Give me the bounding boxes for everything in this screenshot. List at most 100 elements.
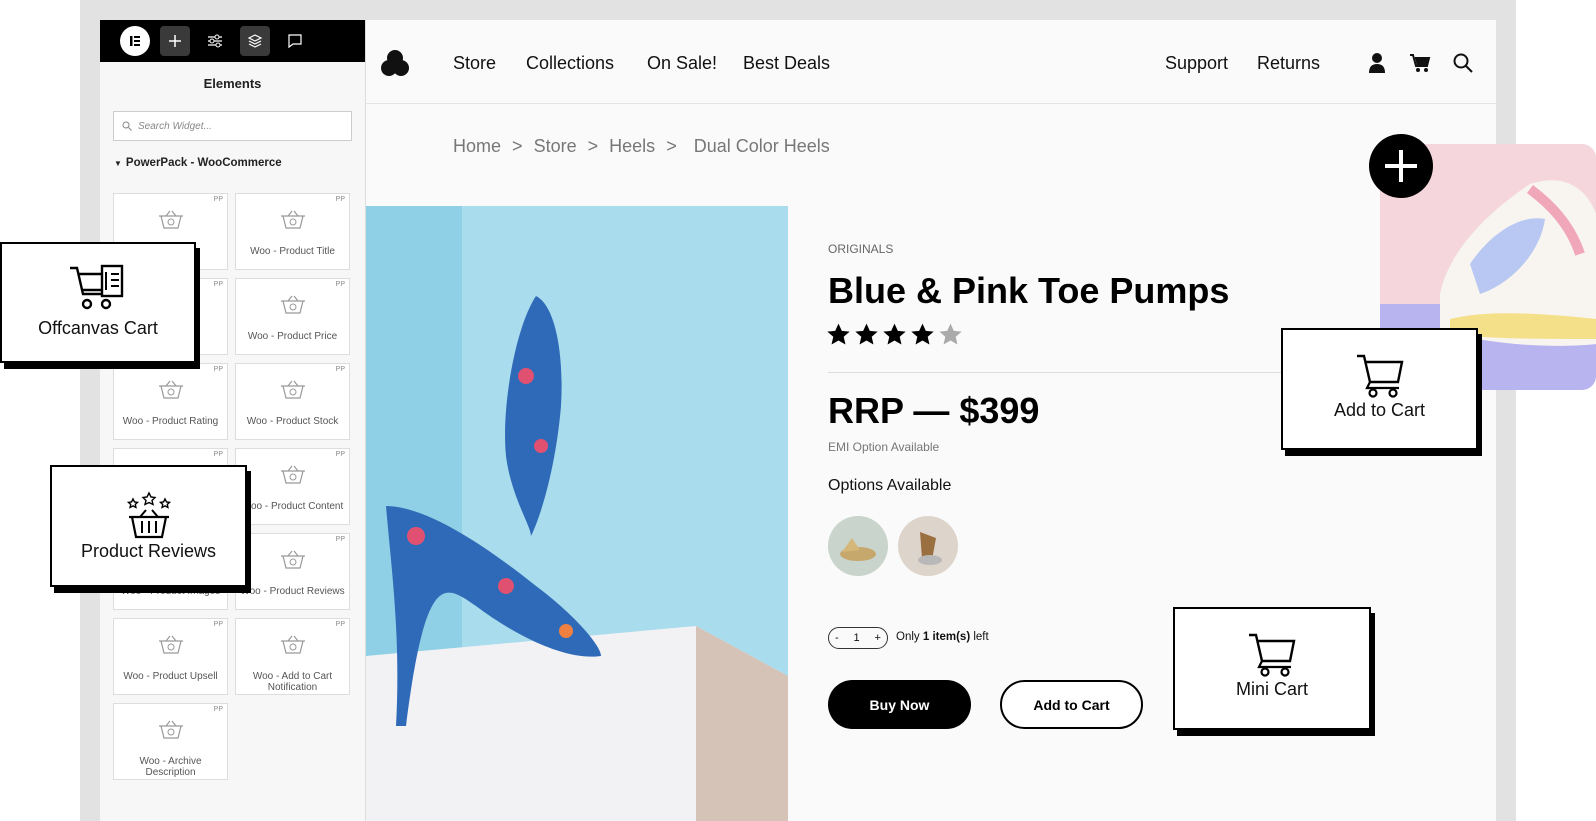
- widget-tile[interactable]: PP Woo - Product Rating: [113, 363, 228, 440]
- product-rating: [826, 322, 963, 347]
- nav-on-sale[interactable]: On Sale!: [647, 53, 717, 74]
- stock-count: 1 item(s): [922, 631, 971, 643]
- basket-stars-icon: [280, 550, 305, 569]
- widget-label: Woo - Product Reviews: [240, 586, 345, 597]
- star-filled-icon: [855, 323, 878, 345]
- category-label: PowerPack - WooCommerce: [125, 157, 282, 169]
- star-filled-icon: [883, 323, 906, 345]
- widget-tile[interactable]: PP Woo - Product Stock: [235, 363, 350, 440]
- widget-label: Woo - Product Content: [241, 501, 344, 512]
- widget-tile[interactable]: PP Woo - Product Price: [235, 278, 350, 355]
- user-icon[interactable]: [1368, 52, 1386, 74]
- pp-badge: PP: [335, 451, 345, 458]
- widget-search-input[interactable]: Search Widget...: [113, 111, 352, 141]
- qty-plus-button[interactable]: +: [875, 632, 881, 644]
- product-tabs-icon: [158, 210, 183, 229]
- offcanvas-cart-icon: [70, 264, 124, 310]
- layers-icon[interactable]: [240, 26, 270, 56]
- nav-store[interactable]: Store: [453, 53, 496, 74]
- widget-label: Woo - Product Title: [250, 246, 335, 257]
- product-brand: ORIGINALS: [828, 242, 894, 256]
- breadcrumb-heels[interactable]: Heels: [609, 136, 655, 156]
- breadcrumb-home[interactable]: Home: [453, 136, 501, 156]
- qty-value[interactable]: 1: [854, 632, 860, 644]
- breadcrumb-store[interactable]: Store: [534, 136, 577, 156]
- basket-stars-icon: [126, 491, 171, 539]
- product-price: RRP — $399: [828, 390, 1040, 431]
- panel-title: Elements: [203, 76, 262, 91]
- pp-badge: PP: [335, 536, 345, 543]
- pp-badge: PP: [335, 366, 345, 373]
- breadcrumb-separator: >: [512, 136, 523, 156]
- pp-badge: PP: [213, 196, 223, 203]
- basket-star-icon: [158, 380, 183, 399]
- add-icon[interactable]: [160, 26, 190, 56]
- option-swatch-gold[interactable]: [828, 516, 888, 576]
- widget-label: Woo - Product Rating: [122, 416, 219, 427]
- star-filled-icon: [827, 323, 850, 345]
- basket-bell-icon: [280, 635, 305, 654]
- stock-note: Only 1 item(s) left: [896, 631, 989, 643]
- mini-cart-card: Mini Cart: [1173, 607, 1371, 730]
- basket-icon: [280, 210, 305, 229]
- widget-label: Woo - Add to Cart Notification: [252, 671, 333, 693]
- qty-minus-button[interactable]: -: [835, 632, 839, 644]
- comments-icon[interactable]: [280, 26, 310, 56]
- widget-tile[interactable]: PP Woo - Product Upsell: [113, 618, 228, 695]
- widget-label: Woo - Product Price: [247, 331, 338, 342]
- widget-label: Woo - Product Stock: [246, 416, 339, 427]
- quantity-stepper[interactable]: - 1 +: [828, 627, 888, 649]
- cart-icon[interactable]: [1409, 53, 1431, 73]
- add-element-button[interactable]: [1369, 134, 1433, 198]
- search-icon[interactable]: [1453, 53, 1473, 73]
- search-placeholder: Search Widget...: [138, 120, 212, 132]
- star-filled-icon: [911, 323, 934, 345]
- product-reviews-label: Product Reviews: [80, 541, 217, 561]
- add-to-cart-label: Add to Cart: [1333, 400, 1426, 420]
- nav-support[interactable]: Support: [1165, 53, 1228, 74]
- nav-returns[interactable]: Returns: [1257, 53, 1320, 74]
- nav-best-deals[interactable]: Best Deals: [743, 53, 830, 74]
- basket-lines-icon: [280, 465, 305, 484]
- pp-badge: PP: [213, 621, 223, 628]
- pp-badge: PP: [213, 706, 223, 713]
- product-reviews-card: Product Reviews: [50, 465, 247, 587]
- cart-icon: [1356, 354, 1403, 398]
- breadcrumb: Home > Store > Heels > Dual Color Heels: [453, 136, 830, 157]
- widget-tile[interactable]: PP Woo - Product Title: [235, 193, 350, 270]
- breadcrumb-separator: >: [666, 136, 677, 156]
- widget-tile[interactable]: PP Woo - Add to Cart Notification: [235, 618, 350, 695]
- divider: [828, 372, 1288, 373]
- stock-prefix: Only: [896, 631, 920, 643]
- plus-icon: [1385, 150, 1417, 182]
- buy-now-button[interactable]: Buy Now: [828, 680, 971, 729]
- pp-badge: PP: [335, 281, 345, 288]
- site-logo-icon[interactable]: [380, 49, 410, 77]
- settings-sliders-icon[interactable]: [200, 26, 230, 56]
- emi-note: EMI Option Available: [828, 440, 940, 454]
- widget-tile[interactable]: PP Woo - Product Content: [235, 448, 350, 525]
- product-image: [366, 206, 788, 821]
- basket-plus-icon: [158, 635, 183, 654]
- editor-toolbar: [100, 20, 365, 62]
- basket-dollar-icon: [280, 295, 305, 314]
- widget-category[interactable]: ▼ PowerPack - WooCommerce: [114, 157, 365, 169]
- pp-badge: PP: [213, 366, 223, 373]
- option-swatch-leopard[interactable]: [898, 516, 958, 576]
- breadcrumb-current: Dual Color Heels: [693, 136, 830, 156]
- cart-icon: [1249, 633, 1296, 677]
- widget-tile[interactable]: PP Woo - Archive Description: [113, 703, 228, 780]
- pp-badge: PP: [213, 281, 223, 288]
- offcanvas-cart-card: Offcanvas Cart: [0, 242, 196, 363]
- add-to-cart-card: Add to Cart: [1281, 328, 1478, 450]
- editor-panel: Elements Search Widget... ▼ PowerPack - W…: [100, 20, 366, 821]
- pp-badge: PP: [213, 451, 223, 458]
- elementor-logo-icon[interactable]: [120, 26, 150, 56]
- nav-collections[interactable]: Collections: [526, 53, 614, 74]
- product-title: Blue & Pink Toe Pumps: [828, 270, 1230, 311]
- mini-cart-label: Mini Cart: [1235, 679, 1308, 699]
- add-to-cart-button[interactable]: Add to Cart: [1000, 680, 1143, 729]
- widget-label: Woo - Product Images: [120, 586, 221, 597]
- widget-tile[interactable]: PP Woo - Product Reviews: [235, 533, 350, 610]
- widget-label: Woo - Product Upsell: [123, 671, 218, 682]
